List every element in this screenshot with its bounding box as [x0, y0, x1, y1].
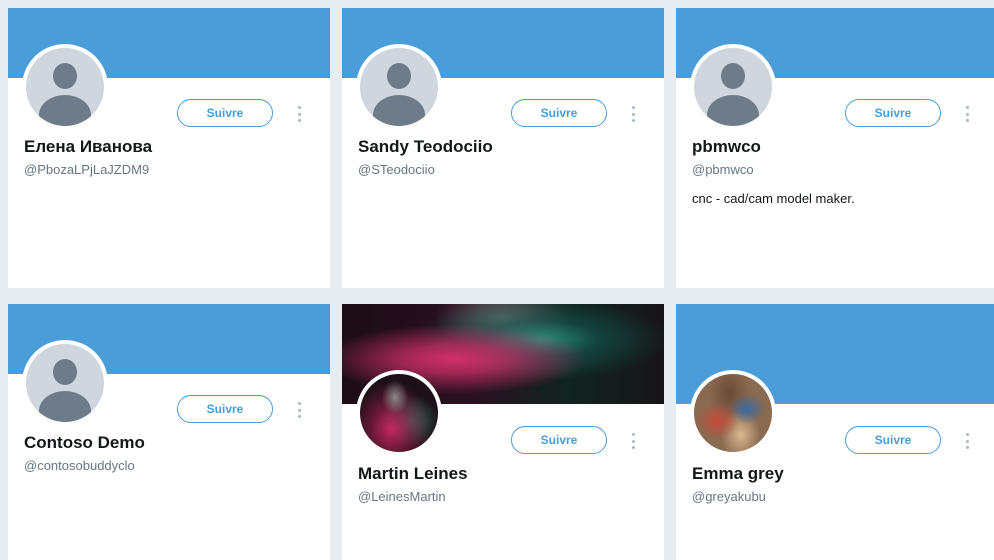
avatar-head-shape [53, 359, 77, 385]
profile-bio: cnc - cad/cam model maker. [692, 191, 855, 206]
follow-button[interactable]: Suivre [845, 426, 941, 454]
profile-name[interactable]: Contoso Demo [24, 433, 145, 453]
avatar[interactable] [356, 370, 442, 456]
profile-handle[interactable]: @STeodociio [358, 162, 435, 177]
follow-button[interactable]: Suivre [511, 426, 607, 454]
follow-button[interactable]: Suivre [511, 99, 607, 127]
follow-button[interactable]: Suivre [177, 395, 273, 423]
avatar-body-shape [39, 95, 91, 126]
profile-handle[interactable]: @contosobuddyclo [24, 458, 135, 473]
profile-card: Suivre Елена Иванова @PbozaLPjLaJZDM9 [8, 8, 330, 288]
more-options-icon[interactable] [630, 106, 636, 122]
more-options-icon[interactable] [296, 402, 302, 418]
more-options-icon[interactable] [630, 433, 636, 449]
avatar-head-shape [721, 63, 745, 89]
profile-name[interactable]: Martin Leines [358, 464, 468, 484]
avatar-head-shape [53, 63, 77, 89]
profile-handle[interactable]: @pbmwco [692, 162, 754, 177]
profile-card: Suivre Sandy Teodociio @STeodociio [342, 8, 664, 288]
profile-name[interactable]: pbmwco [692, 137, 761, 157]
follow-button[interactable]: Suivre [177, 99, 273, 127]
profile-name[interactable]: Елена Иванова [24, 137, 152, 157]
profile-name[interactable]: Emma grey [692, 464, 784, 484]
avatar[interactable] [22, 340, 108, 426]
more-options-icon[interactable] [964, 106, 970, 122]
profile-card: Suivre pbmwco @pbmwco cnc - cad/cam mode… [676, 8, 994, 288]
more-options-icon[interactable] [296, 106, 302, 122]
profile-card: Suivre Martin Leines @LeinesMartin [342, 304, 664, 560]
avatar-body-shape [39, 391, 91, 422]
profile-handle[interactable]: @PbozaLPjLaJZDM9 [24, 162, 149, 177]
profile-name[interactable]: Sandy Teodociio [358, 137, 493, 157]
follow-button[interactable]: Suivre [845, 99, 941, 127]
avatar-body-shape [707, 95, 759, 126]
avatar[interactable] [356, 44, 442, 130]
profile-card: Suivre Emma grey @greyakubu [676, 304, 994, 560]
avatar[interactable] [690, 44, 776, 130]
profile-handle[interactable]: @LeinesMartin [358, 489, 446, 504]
avatar-head-shape [387, 63, 411, 89]
avatar-body-shape [373, 95, 425, 126]
avatar[interactable] [22, 44, 108, 130]
profile-handle[interactable]: @greyakubu [692, 489, 766, 504]
avatar[interactable] [690, 370, 776, 456]
profile-card: Suivre Contoso Demo @contosobuddyclo [8, 304, 330, 560]
more-options-icon[interactable] [964, 433, 970, 449]
